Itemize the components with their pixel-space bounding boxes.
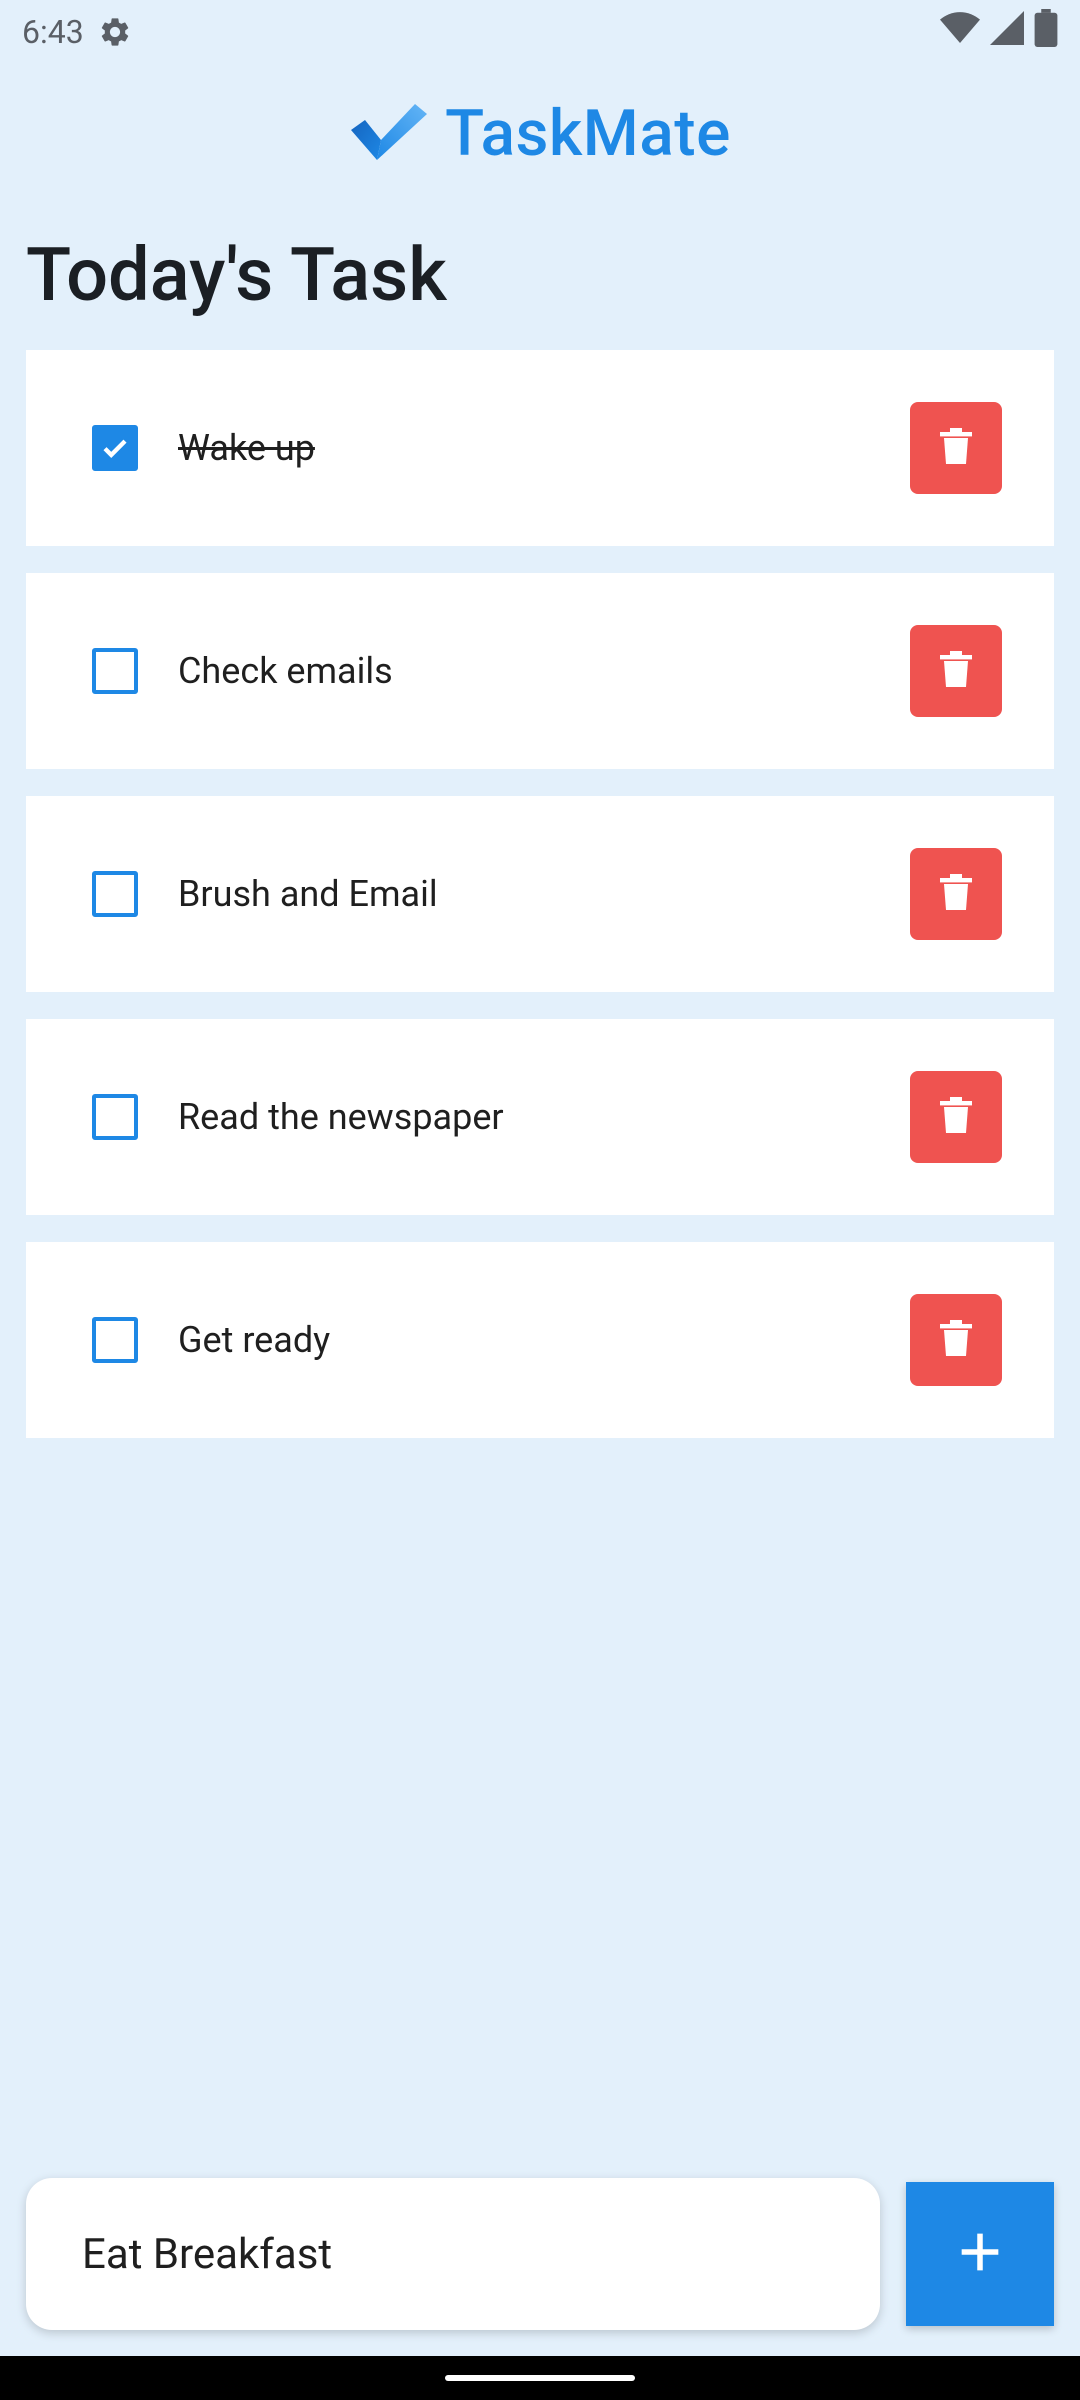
wifi-icon [940, 11, 980, 53]
navigation-bar [0, 2356, 1080, 2400]
task-label: Check emails [178, 650, 393, 692]
battery-icon [1034, 9, 1058, 55]
task-checkbox[interactable] [92, 1317, 138, 1363]
delete-task-button[interactable] [910, 1294, 1002, 1386]
task-checkbox[interactable] [92, 425, 138, 471]
delete-task-button[interactable] [910, 402, 1002, 494]
add-task-button[interactable] [906, 2182, 1054, 2326]
delete-task-button[interactable] [910, 625, 1002, 717]
task-checkbox[interactable] [92, 1094, 138, 1140]
home-indicator[interactable] [445, 2375, 635, 2381]
status-time: 6:43 [22, 13, 84, 51]
plus-icon [958, 2230, 1002, 2278]
delete-task-button[interactable] [910, 848, 1002, 940]
gear-icon [98, 15, 132, 49]
task-label: Read the newspaper [178, 1096, 504, 1138]
trash-icon [940, 428, 972, 468]
app-title: TaskMate [445, 96, 731, 171]
task-item: Check emails [26, 573, 1054, 769]
checkmark-logo-icon [349, 100, 429, 168]
page-title: Today's Task [26, 232, 447, 319]
new-task-input[interactable] [80, 2228, 880, 2280]
trash-icon [940, 874, 972, 914]
task-label: Brush and Email [178, 873, 438, 915]
task-checkbox[interactable] [92, 871, 138, 917]
trash-icon [940, 651, 972, 691]
signal-icon [990, 11, 1024, 53]
task-list: Wake up Check emails Brush and Email Rea… [26, 350, 1054, 1465]
status-bar: 6:43 [0, 0, 1080, 64]
task-checkbox[interactable] [92, 648, 138, 694]
task-item: Read the newspaper [26, 1019, 1054, 1215]
new-task-input-container [26, 2178, 880, 2330]
task-label: Wake up [178, 427, 315, 469]
task-item: Get ready [26, 1242, 1054, 1438]
trash-icon [940, 1097, 972, 1137]
task-item: Wake up [26, 350, 1054, 546]
trash-icon [940, 1320, 972, 1360]
task-label: Get ready [178, 1319, 331, 1361]
delete-task-button[interactable] [910, 1071, 1002, 1163]
app-header: TaskMate [0, 96, 1080, 171]
task-item: Brush and Email [26, 796, 1054, 992]
